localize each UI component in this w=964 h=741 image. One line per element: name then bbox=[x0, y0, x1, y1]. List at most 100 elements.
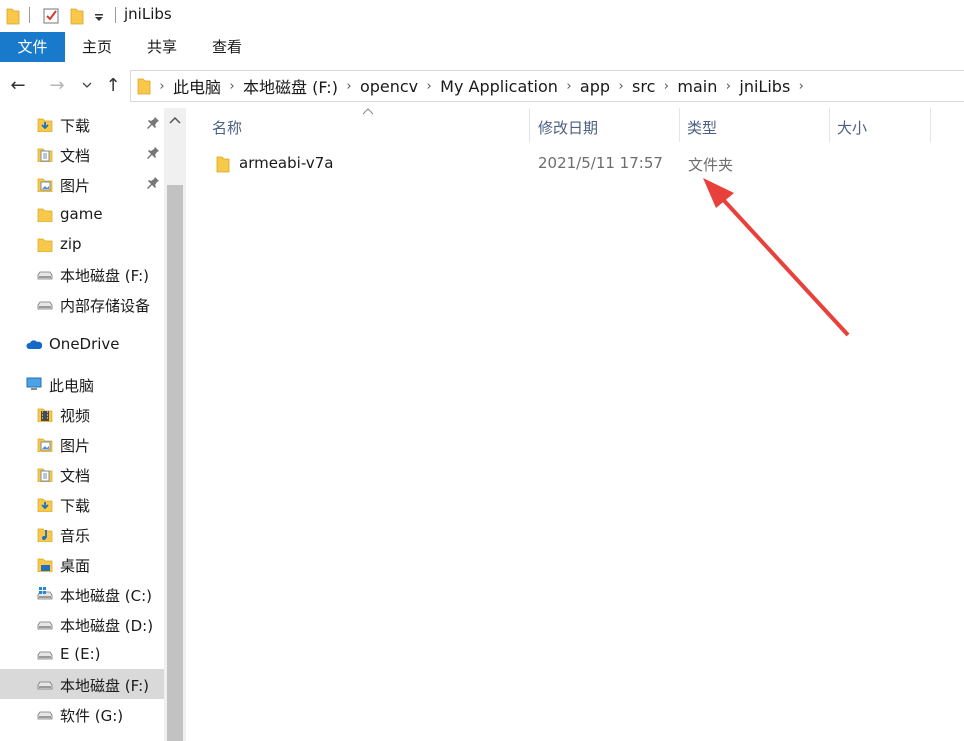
breadcrumb-item[interactable]: 本地磁盘 (F:) bbox=[243, 74, 338, 98]
sidebar-item-label: 音乐 bbox=[60, 527, 91, 545]
sidebar-item[interactable]: 内部存储设备 bbox=[0, 289, 164, 319]
column-divider[interactable] bbox=[679, 108, 680, 142]
column-date[interactable]: 修改日期 bbox=[538, 117, 598, 138]
breadcrumb-item[interactable]: 此电脑 bbox=[173, 74, 221, 98]
navigation-tree: 下载 文档 图片 game zip 本地磁盘 (F:) 内部存储设备 OneDrive 此电脑视… bbox=[0, 108, 164, 741]
breadcrumb-item-current[interactable]: jniLibs bbox=[739, 77, 790, 96]
sidebar-item-label: game bbox=[60, 205, 103, 223]
sidebar-item[interactable]: 本地磁盘 (F:) bbox=[0, 669, 164, 699]
breadcrumb-chevron-icon[interactable]: › bbox=[418, 79, 440, 94]
drive-icon bbox=[37, 651, 53, 660]
sidebar-item[interactable]: game bbox=[0, 199, 164, 229]
back-button[interactable]: ← bbox=[8, 76, 28, 96]
sidebar-item-label: 本地磁盘 (F:) bbox=[60, 267, 149, 285]
sidebar-item[interactable]: 图片 bbox=[0, 429, 164, 459]
breadcrumb-chevron-icon[interactable]: › bbox=[558, 79, 580, 94]
breadcrumb-chevron-icon[interactable]: › bbox=[717, 79, 739, 94]
sidebar-item[interactable]: 文档 bbox=[0, 459, 164, 489]
file-date: 2021/5/11 17:57 bbox=[538, 154, 663, 172]
sidebar-item[interactable]: 本地磁盘 (F:) bbox=[0, 259, 164, 289]
breadcrumb: › 此电脑 › 本地磁盘 (F:) › opencv › My Applicat… bbox=[131, 71, 812, 101]
sidebar-item[interactable]: 图片 bbox=[0, 169, 164, 199]
breadcrumb-chevron-icon[interactable]: › bbox=[655, 79, 677, 94]
sidebar-item-label: 内部存储设备 bbox=[60, 297, 151, 315]
breadcrumb-chevron-icon[interactable]: › bbox=[610, 79, 632, 94]
navigation-pane: 下载 文档 图片 game zip 本地磁盘 (F:) 内部存储设备 OneDrive 此电脑视… bbox=[0, 108, 186, 741]
sidebar-item[interactable]: 音乐 bbox=[0, 519, 164, 549]
navigation-bar: ← → ↑ › 此电脑 › 本地磁盘 (F:) › opencv › My Ap… bbox=[0, 66, 964, 106]
column-divider[interactable] bbox=[829, 108, 830, 142]
sidebar-item-label: 本地磁盘 (D:) bbox=[60, 617, 154, 635]
scrollbar-thumb[interactable] bbox=[167, 185, 183, 741]
download-folder-icon bbox=[37, 498, 53, 512]
title-bar: jniLibs bbox=[0, 0, 964, 32]
recent-locations-chevron-icon[interactable] bbox=[80, 78, 100, 98]
music-folder-icon bbox=[37, 528, 53, 542]
folder-icon bbox=[216, 156, 230, 173]
sidebar-item[interactable]: 软件 (G:) bbox=[0, 699, 164, 729]
breadcrumb-chevron-icon[interactable]: › bbox=[338, 79, 360, 94]
sidebar-item[interactable]: OneDrive bbox=[0, 329, 164, 359]
column-divider[interactable] bbox=[930, 108, 931, 142]
pin-icon[interactable] bbox=[146, 146, 160, 160]
sidebar-item-label: 文档 bbox=[60, 467, 91, 485]
breadcrumb-item[interactable]: My Application bbox=[440, 77, 558, 96]
pin-icon[interactable] bbox=[146, 176, 160, 190]
folder-icon bbox=[6, 8, 20, 25]
table-row[interactable]: armeabi-v7a 2021/5/11 17:57 文件夹 bbox=[212, 150, 932, 178]
breadcrumb-item[interactable]: opencv bbox=[360, 77, 418, 96]
up-button[interactable]: ↑ bbox=[103, 76, 123, 96]
breadcrumb-item[interactable]: src bbox=[632, 77, 655, 96]
sidebar-item-label: 软件 (G:) bbox=[60, 707, 124, 725]
tab-view[interactable]: 查看 bbox=[202, 32, 252, 62]
file-type: 文件夹 bbox=[688, 156, 734, 174]
breadcrumb-item[interactable]: app bbox=[580, 77, 610, 96]
tab-home[interactable]: 主页 bbox=[72, 32, 122, 62]
sidebar-item[interactable]: E (E:) bbox=[0, 639, 164, 669]
tab-file[interactable]: 文件 bbox=[0, 32, 65, 62]
sidebar-item-label: 视频 bbox=[60, 407, 91, 425]
pictures-folder-icon bbox=[37, 178, 53, 192]
customize-dropdown-icon[interactable] bbox=[93, 6, 105, 26]
sidebar-item-label: 本地磁盘 (C:) bbox=[60, 587, 152, 605]
tab-share[interactable]: 共享 bbox=[137, 32, 187, 62]
sidebar-item[interactable]: 桌面 bbox=[0, 549, 164, 579]
ribbon-tabs: 文件 主页 共享 查看 bbox=[0, 32, 964, 64]
sort-ascending-icon bbox=[362, 108, 374, 115]
videos-folder-icon bbox=[37, 408, 53, 422]
breadcrumb-chevron-icon[interactable]: › bbox=[790, 79, 812, 94]
scroll-up-icon[interactable] bbox=[167, 113, 183, 129]
sidebar-item-label: OneDrive bbox=[49, 335, 120, 353]
documents-folder-icon bbox=[37, 468, 53, 482]
forward-button[interactable]: → bbox=[47, 76, 67, 96]
column-divider[interactable] bbox=[529, 108, 530, 142]
sidebar-item[interactable]: 本地磁盘 (C:) bbox=[0, 579, 164, 609]
sidebar-item[interactable]: 下载 bbox=[0, 489, 164, 519]
sidebar-item[interactable]: 文档 bbox=[0, 139, 164, 169]
sidebar-item[interactable]: 下载 bbox=[0, 109, 164, 139]
sidebar-item[interactable]: 视频 bbox=[0, 399, 164, 429]
column-header-row: 名称 修改日期 类型 大小 bbox=[186, 108, 964, 144]
breadcrumb-chevron-icon[interactable]: › bbox=[221, 79, 243, 94]
column-type[interactable]: 类型 bbox=[687, 117, 717, 138]
properties-checkbox-icon[interactable] bbox=[42, 6, 60, 26]
new-folder-icon[interactable] bbox=[70, 6, 84, 26]
sidebar-item-label: 图片 bbox=[60, 177, 91, 195]
sidebar-item-label: 桌面 bbox=[60, 557, 91, 575]
breadcrumb-item[interactable]: main bbox=[677, 77, 717, 96]
window-title: jniLibs bbox=[124, 5, 172, 23]
sidebar-item[interactable]: zip bbox=[0, 229, 164, 259]
column-size[interactable]: 大小 bbox=[837, 117, 867, 138]
sidebar-item-label: 图片 bbox=[60, 437, 91, 455]
address-bar[interactable]: › 此电脑 › 本地磁盘 (F:) › opencv › My Applicat… bbox=[130, 70, 964, 102]
pin-icon[interactable] bbox=[146, 116, 160, 130]
sidebar-item-label: E (E:) bbox=[60, 645, 101, 663]
onedrive-cloud-icon bbox=[26, 340, 42, 349]
column-name[interactable]: 名称 bbox=[212, 117, 242, 138]
sidebar-scrollbar[interactable] bbox=[164, 108, 186, 741]
breadcrumb-chevron-icon[interactable]: › bbox=[151, 79, 173, 94]
drive-icon bbox=[37, 681, 53, 690]
sidebar-item[interactable]: 本地磁盘 (D:) bbox=[0, 609, 164, 639]
sidebar-item[interactable]: 此电脑 bbox=[0, 369, 164, 399]
sidebar-item-label: 下载 bbox=[60, 497, 91, 515]
